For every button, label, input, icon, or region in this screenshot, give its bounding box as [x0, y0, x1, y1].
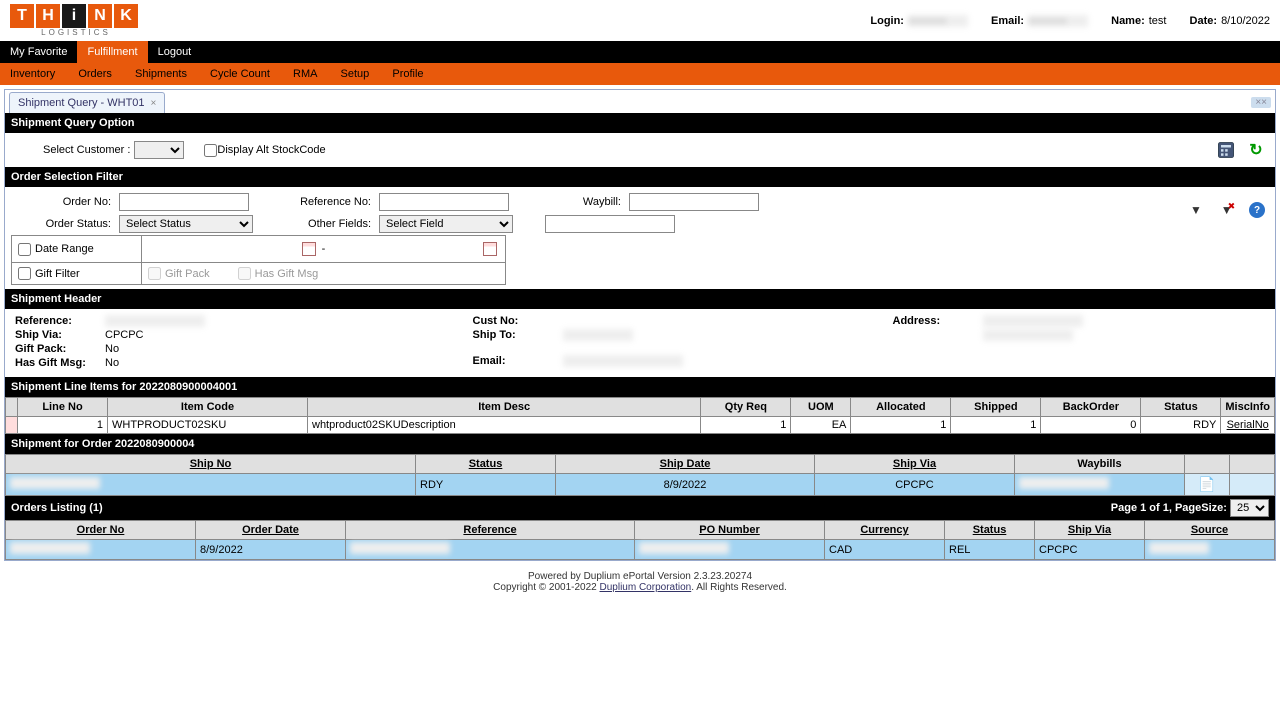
calendar-to-icon[interactable] [483, 242, 497, 256]
col-order-ship-via[interactable]: Ship Via [1068, 524, 1111, 536]
waybill-input[interactable] [629, 193, 759, 211]
document-icon[interactable] [1198, 480, 1215, 492]
shipment-table: Ship No Status Ship Date Ship Via Waybil… [5, 454, 1275, 496]
gift-filter-checkbox[interactable] [18, 267, 31, 280]
alt-stockcode-checkbox[interactable] [204, 144, 217, 157]
serial-no-link[interactable]: SerialNo [1227, 419, 1269, 431]
hdr-has-gift-msg-value: No [105, 357, 119, 369]
calendar-from-icon[interactable] [302, 242, 316, 256]
other-fields-select[interactable]: Select Field [379, 215, 513, 233]
nav-setup[interactable]: Setup [331, 63, 380, 85]
waybill-label: Waybill: [545, 196, 625, 208]
logo: THiNK [10, 4, 138, 28]
order-status-select[interactable]: Select Status [119, 215, 253, 233]
gift-filter-label: Gift Filter [35, 268, 80, 280]
footer-link[interactable]: Duplium Corporation [600, 582, 692, 593]
section-shipment-header: Shipment Header [5, 289, 1275, 309]
orders-listing-title: Orders Listing (1) [11, 502, 103, 514]
gift-pack-checkbox [148, 267, 161, 280]
col-reference[interactable]: Reference [463, 524, 516, 536]
alt-stockcode-label: Display Alt StockCode [217, 144, 325, 156]
hdr-email-label: Email: [473, 355, 563, 367]
table-row[interactable]: RDY 8/9/2022 CPCPC [6, 474, 1275, 496]
order-no-input[interactable] [119, 193, 249, 211]
col-ship-status[interactable]: Status [469, 458, 503, 470]
tab-title: Shipment Query - WHT01 [18, 97, 145, 109]
col-ship-via[interactable]: Ship Via [893, 458, 936, 470]
options-icon[interactable] [1215, 139, 1237, 161]
page-size-select[interactable]: 25 [1230, 499, 1269, 517]
section-filter: Order Selection Filter [5, 167, 1275, 187]
other-fields-value-input[interactable] [545, 215, 675, 233]
hdr-ship-via-label: Ship Via: [15, 329, 105, 341]
select-customer-label: Select Customer : [13, 144, 134, 156]
nav-fulfillment[interactable]: Fulfillment [77, 41, 147, 63]
nav-logout[interactable]: Logout [148, 41, 202, 63]
hdr-has-gift-msg-label: Has Gift Msg: [15, 357, 105, 369]
hdr-cust-no-label: Cust No: [473, 315, 563, 327]
col-order-date[interactable]: Order Date [242, 524, 299, 536]
select-customer-dropdown[interactable] [134, 141, 184, 159]
nav-shipments[interactable]: Shipments [125, 63, 197, 85]
nav-my-favorite[interactable]: My Favorite [0, 41, 77, 63]
reference-no-input[interactable] [379, 193, 509, 211]
line-items-table: Line No Item Code Item Desc Qty Req UOM … [5, 397, 1275, 434]
other-fields-label: Other Fields: [295, 218, 375, 230]
col-ship-no[interactable]: Ship No [190, 458, 232, 470]
close-all-tabs-icon[interactable]: ×× [1251, 97, 1271, 108]
user-info: Login:xxxxxxx Email:xxxxxxx Name:test Da… [870, 15, 1270, 27]
apply-filter-icon[interactable] [1185, 199, 1207, 221]
date-from-input[interactable] [148, 240, 318, 258]
hdr-address-label: Address: [893, 315, 983, 327]
table-row[interactable]: 8/9/2022 CAD REL CPCPC [6, 540, 1275, 560]
col-source[interactable]: Source [1191, 524, 1228, 536]
order-no-link[interactable] [10, 542, 90, 554]
hdr-reference-label: Reference: [15, 315, 105, 327]
date-to-input[interactable] [329, 240, 499, 258]
page-info: Page 1 of 1, PageSize: [1111, 502, 1230, 514]
hdr-ship-to-label: Ship To: [473, 329, 563, 341]
col-ship-date[interactable]: Ship Date [660, 458, 711, 470]
hdr-ship-via-value: CPCPC [105, 329, 144, 341]
ship-no-link[interactable] [10, 477, 100, 489]
nav-profile[interactable]: Profile [382, 63, 433, 85]
reference-no-label: Reference No: [295, 196, 375, 208]
has-gift-msg-label: Has Gift Msg [255, 268, 319, 280]
refresh-icon[interactable] [1245, 139, 1267, 161]
nav-inventory[interactable]: Inventory [0, 63, 65, 85]
nav-cycle-count[interactable]: Cycle Count [200, 63, 280, 85]
has-gift-msg-checkbox [238, 267, 251, 280]
tab-close-icon[interactable]: × [151, 98, 157, 109]
clear-filter-icon[interactable] [1217, 199, 1239, 221]
col-po-number[interactable]: PO Number [699, 524, 760, 536]
footer: Powered by Duplium ePortal Version 2.3.2… [0, 565, 1280, 599]
date-range-checkbox[interactable] [18, 243, 31, 256]
col-currency[interactable]: Currency [860, 524, 908, 536]
nav-orders[interactable]: Orders [68, 63, 122, 85]
order-status-label: Order Status: [15, 218, 115, 230]
logo-subtitle: LOGISTICS [14, 28, 138, 37]
section-query-option: Shipment Query Option [5, 113, 1275, 133]
order-no-label: Order No: [15, 196, 115, 208]
section-shipment-for-order: Shipment for Order 2022080900004 [5, 434, 1275, 454]
help-icon[interactable] [1249, 202, 1265, 218]
col-order-no[interactable]: Order No [77, 524, 125, 536]
gift-pack-label: Gift Pack [165, 268, 210, 280]
date-range-label: Date Range [35, 243, 94, 255]
orders-table: Order No Order Date Reference PO Number … [5, 520, 1275, 560]
hdr-gift-pack-value: No [105, 343, 119, 355]
tab-shipment-query[interactable]: Shipment Query - WHT01 × [9, 92, 165, 113]
table-row[interactable]: 1 WHTPRODUCT02SKU whtproduct02SKUDescrip… [6, 417, 1275, 434]
nav-rma[interactable]: RMA [283, 63, 327, 85]
hdr-gift-pack-label: Gift Pack: [15, 343, 105, 355]
col-order-status[interactable]: Status [973, 524, 1007, 536]
section-line-items: Shipment Line Items for 2022080900004001 [5, 377, 1275, 397]
